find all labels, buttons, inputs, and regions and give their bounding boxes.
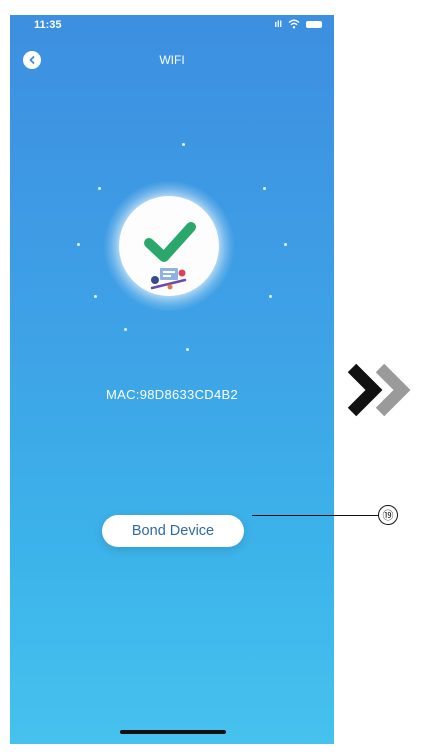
chevron-right-icon bbox=[347, 363, 411, 417]
page-title: WIFI bbox=[159, 53, 185, 67]
decor-dot bbox=[77, 243, 80, 246]
decor-dot bbox=[186, 348, 189, 351]
phone-screen: 11:35 ıll WIFI MAC:98D8633CD4B2 Bond Dev… bbox=[10, 15, 334, 744]
home-indicator bbox=[120, 730, 226, 734]
decor-dot bbox=[94, 295, 97, 298]
status-bar: 11:35 ıll bbox=[10, 15, 334, 37]
signal-icon: ıll bbox=[274, 19, 282, 29]
success-illustration bbox=[119, 196, 219, 296]
callout-line bbox=[252, 515, 378, 516]
battery-icon bbox=[306, 20, 322, 28]
decor-dot bbox=[182, 143, 185, 146]
decor-dot bbox=[269, 295, 272, 298]
decor-dot bbox=[284, 243, 287, 246]
decor-dot bbox=[124, 328, 127, 331]
callout-number: ⑲ bbox=[378, 505, 398, 525]
checkmark-icon bbox=[144, 222, 196, 290]
mac-address: MAC:98D8633CD4B2 bbox=[106, 387, 238, 402]
status-time: 11:35 bbox=[34, 19, 62, 31]
bond-device-button[interactable]: Bond Device bbox=[102, 515, 244, 547]
status-icons: ıll bbox=[274, 19, 322, 29]
wifi-icon bbox=[288, 19, 300, 29]
decor-dot bbox=[263, 187, 266, 190]
decor-dot bbox=[98, 187, 101, 190]
